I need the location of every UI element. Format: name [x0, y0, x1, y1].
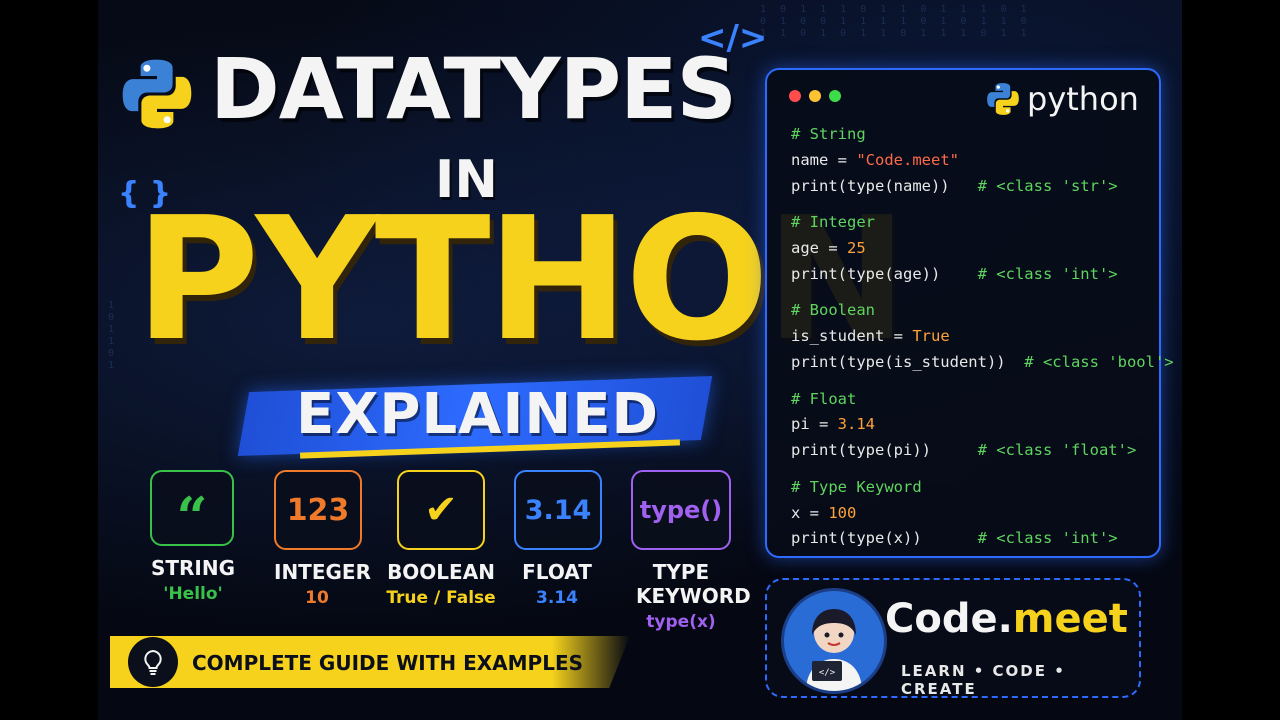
code-token: # <class 'str'> [977, 176, 1118, 195]
type-example: 10 [305, 588, 329, 608]
code-token: print(type(name)) [791, 176, 978, 195]
letterbox-left [0, 0, 98, 720]
type-example: True / False [386, 588, 496, 608]
code-token: is_student = [791, 327, 913, 346]
type-card-boolean: ✔ BOOLEAN True / False [386, 470, 496, 608]
lightbulb-icon [128, 637, 178, 687]
code-line: pi = 3.14 [791, 412, 1174, 438]
code-line: age = 25 [791, 236, 1174, 262]
code-token: x = [791, 503, 829, 522]
quote-icon: “ [150, 470, 234, 546]
code-line: # Integer [791, 210, 1174, 236]
window-maximize-dot [829, 90, 841, 102]
type-card-string: “ STRING 'Hello' [150, 470, 236, 604]
code-token: # Integer [791, 213, 875, 232]
brand-name: Code.meet [885, 596, 1128, 642]
code-token: name = [791, 150, 857, 169]
code-token: # Type Keyword [791, 477, 922, 496]
code-line: print(type(x)) # <class 'int'> [791, 526, 1174, 552]
svg-text:</>: </> [819, 668, 836, 678]
type-example: 3.14 [536, 588, 578, 608]
brand-panel: </> Code.meet LEARN • CODE • CREATE [765, 578, 1141, 698]
code-token: True [912, 327, 950, 346]
code-line: is_student = True [791, 324, 1174, 350]
binary-decoration: 1 0 1 1 1 0 1 1 0 1 1 1 0 1 0 1 0 0 1 1 … [760, 4, 1031, 39]
code-token: print(type(age)) [791, 264, 978, 283]
code-token: print(type(is_student)) [791, 352, 1025, 371]
python-brand-text: python [1027, 80, 1139, 118]
code-line: # String [791, 122, 1174, 148]
type-card-float: 3.14 FLOAT 3.14 [514, 470, 602, 608]
code-token: # String [791, 125, 866, 143]
code-token: # Float [791, 389, 857, 408]
decimal-icon: 3.14 [514, 470, 602, 550]
code-token: pi = [791, 415, 838, 434]
code-token: 3.14 [837, 415, 875, 434]
code-line-gap [791, 464, 1174, 475]
function-icon: type() [631, 470, 731, 550]
type-label: STRING [150, 556, 236, 580]
thumbnail-canvas: 1 0 1 1 1 0 1 1 0 1 1 1 0 1 0 1 0 0 1 1 … [0, 0, 1280, 720]
title-datatypes: DATATYPES [210, 40, 737, 138]
code-line-gap [791, 199, 1174, 210]
python-logo-icon [122, 59, 192, 129]
code-line: print(type(age)) # <class 'int'> [791, 262, 1174, 288]
letterbox-right [1182, 0, 1280, 720]
type-label: INTEGER [274, 560, 371, 584]
code-token: # <class 'int'> [977, 529, 1118, 548]
python-brand: python [985, 80, 1139, 118]
code-line: print(type(pi)) # <class 'float'> [791, 438, 1174, 464]
guide-text: COMPLETE GUIDE WITH EXAMPLES [192, 651, 584, 675]
code-token: "Code.meet" [856, 150, 959, 169]
code-token: # Boolean [791, 301, 875, 320]
code-line: print(type(name)) # <class 'str'> [791, 174, 1174, 200]
code-token: # <class 'int'> [977, 264, 1118, 283]
code-token: print(type(pi)) [791, 441, 978, 460]
code-line: print(type(is_student)) # <class 'bool'> [791, 350, 1174, 376]
python-logo-icon [987, 83, 1019, 115]
code-token: 25 [847, 238, 866, 257]
type-label: BOOLEAN [387, 560, 495, 584]
type-card-type-keyword: type() TYPE KEYWORD type(x) [626, 470, 751, 632]
code-token: age = [791, 238, 847, 257]
window-minimize-dot [809, 90, 821, 102]
code-line-gap [791, 376, 1174, 387]
title-explained: EXPLAINED [296, 382, 659, 447]
code-line: # Boolean [791, 298, 1174, 324]
code-token: # <class 'bool'> [1024, 352, 1174, 371]
binary-decoration: 1 0 1 1 0 1 [108, 300, 119, 371]
type-label: TYPE KEYWORD [636, 560, 751, 608]
avatar: </> [781, 588, 887, 694]
type-label: FLOAT [522, 560, 592, 584]
code-token: 100 [828, 503, 857, 522]
type-example: 'Hello' [163, 584, 223, 604]
code-token: print(type(x)) [791, 529, 978, 548]
code-line: name = "Code.meet" [791, 148, 1174, 174]
code-token: # <class 'float'> [977, 441, 1137, 460]
type-card-integer: 123 INTEGER 10 [274, 470, 371, 608]
type-example: type(x) [646, 612, 716, 632]
check-icon: ✔ [397, 470, 485, 550]
window-close-dot [789, 90, 801, 102]
code-block: # String name = "Code.meet" print(type(nam… [791, 122, 1174, 552]
number-icon: 123 [274, 470, 362, 550]
code-line: # Type Keyword [791, 475, 1174, 501]
code-line: x = 100 [791, 501, 1174, 527]
code-line-gap [791, 288, 1174, 299]
brand-tagline: LEARN • CODE • CREATE [901, 662, 1066, 698]
code-panel: python # String name = "Code.meet" print(t… [765, 68, 1174, 558]
code-line: # Float [791, 387, 1174, 413]
